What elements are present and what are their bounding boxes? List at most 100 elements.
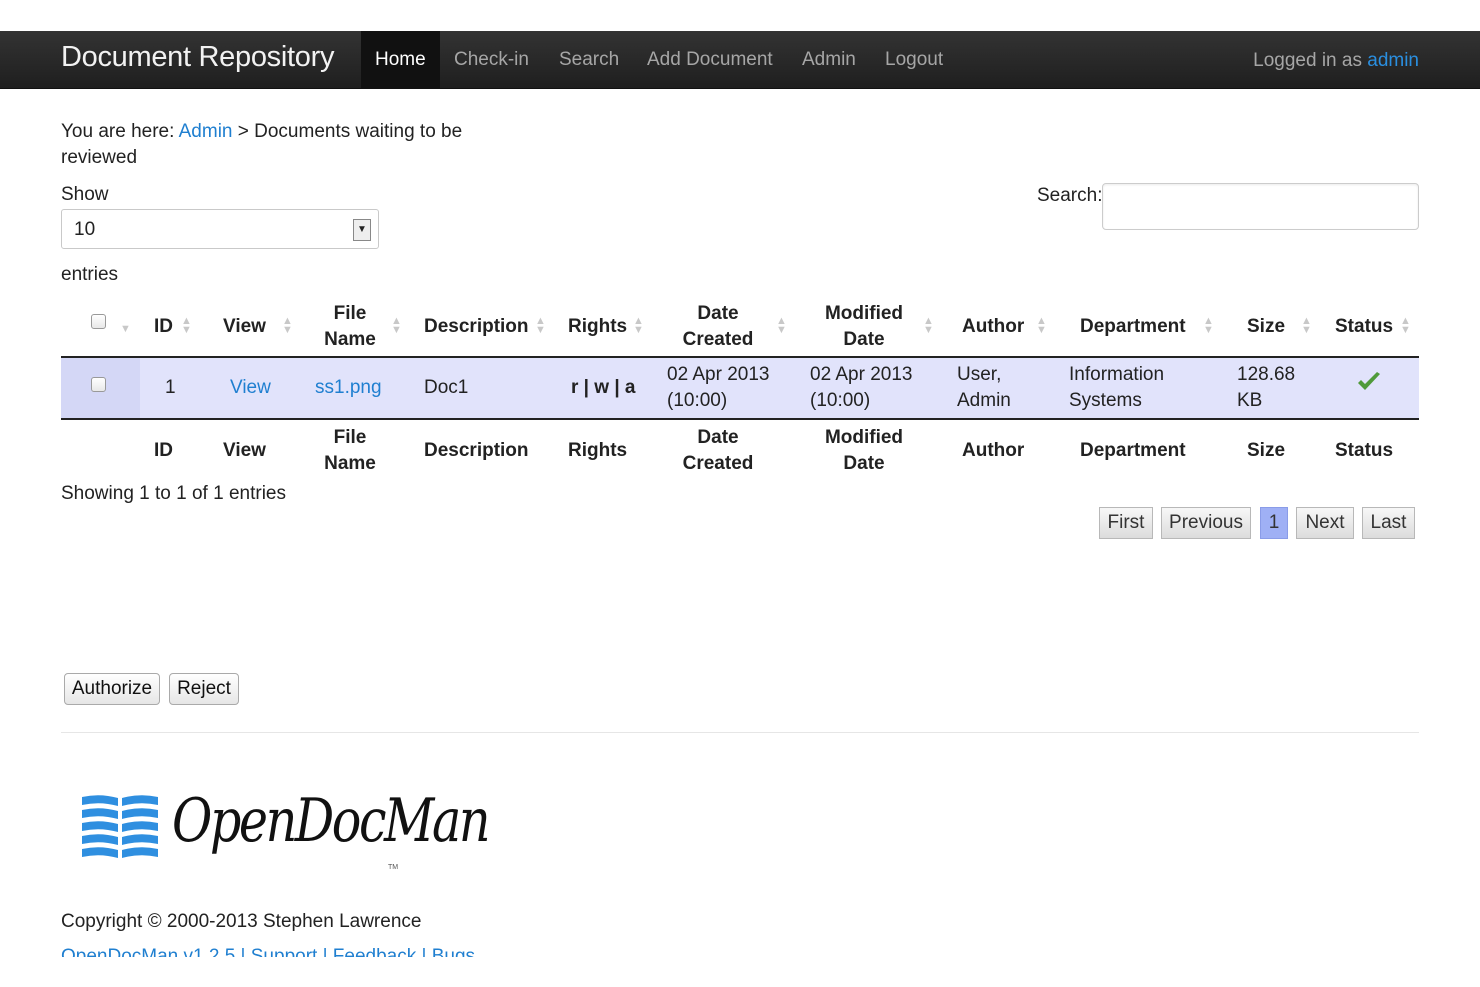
footer-modified-line1: Modified [824, 427, 904, 448]
cell-size-unit: KB [1237, 390, 1263, 411]
cell-modified-time: (10:00) [810, 390, 871, 411]
footer-department: Department [1080, 440, 1186, 461]
header-id[interactable]: ID [154, 314, 173, 340]
cell-file-link[interactable]: ss1.png [315, 375, 382, 401]
login-status: Logged in as admin [1253, 31, 1419, 89]
header-view[interactable]: View [223, 314, 266, 340]
header-status[interactable]: Status [1335, 314, 1393, 340]
cell-dept-line1: Information [1069, 364, 1165, 385]
cell-date-created: 02 Apr 2013 (10:00) [667, 362, 769, 414]
footer-modified-line2: Date [843, 453, 885, 474]
cell-view-link[interactable]: View [230, 375, 271, 401]
footer-rights: Rights [568, 440, 628, 461]
sort-icon[interactable]: ▲ ▼ [633, 316, 644, 336]
opendocman-logo: OpenDocMan TM [80, 786, 491, 892]
logo-wordmark: OpenDocMan [172, 786, 491, 856]
sort-icon[interactable]: ▲ ▼ [282, 316, 293, 336]
search-label: Search: [1037, 185, 1103, 206]
page-next-button[interactable]: Next [1296, 507, 1354, 539]
login-prefix: Logged in as [1253, 50, 1362, 71]
cell-rights: r | w | a [571, 377, 636, 398]
cell-author-line1: User, [957, 364, 1002, 385]
sort-icon[interactable]: ▲ ▼ [535, 316, 546, 336]
breadcrumb: You are here: Admin > Documents waiting … [61, 119, 481, 171]
header-rights[interactable]: Rights [568, 314, 627, 340]
nav-add-document[interactable]: Add Document [647, 31, 773, 89]
cell-size-value: 128.68 [1237, 364, 1296, 385]
show-label: Show [61, 184, 109, 205]
footer-file-name: File Name [318, 425, 382, 477]
nav-home[interactable]: Home [361, 31, 440, 89]
cell-size: 128.68 KB [1237, 362, 1295, 414]
sort-icon[interactable]: ▲ ▼ [391, 316, 402, 336]
cell-author-line2: Admin [957, 390, 1011, 411]
header-department[interactable]: Department [1080, 314, 1186, 340]
login-user-link[interactable]: admin [1367, 50, 1419, 71]
nav-search[interactable]: Search [559, 31, 619, 89]
entries-per-page-select[interactable]: 10 ▼ [61, 209, 379, 249]
approved-check-icon [1356, 371, 1382, 401]
sort-icon[interactable]: ▲ ▼ [923, 316, 934, 336]
sort-icon[interactable]: ▲ ▼ [1203, 316, 1214, 336]
nav-logout[interactable]: Logout [885, 31, 943, 89]
footer-status: Status [1335, 440, 1394, 461]
cell-modified-day: 02 Apr 2013 [810, 364, 913, 385]
sort-icon[interactable]: ▲ ▼ [1036, 316, 1047, 336]
authorize-button[interactable]: Authorize [64, 673, 160, 705]
header-modified-line1: Modified [824, 303, 904, 324]
cell-modified-date: 02 Apr 2013 (10:00) [810, 362, 912, 414]
sort-icon[interactable]: ▲ ▼ [181, 316, 192, 336]
page-current-button[interactable]: 1 [1260, 507, 1288, 539]
breadcrumb-admin-link[interactable]: Admin [179, 121, 233, 142]
header-file-name[interactable]: File Name [318, 301, 382, 353]
entries-per-page-value: 10 [74, 219, 96, 240]
header-size[interactable]: Size [1247, 314, 1285, 340]
page-last-button[interactable]: Last [1362, 507, 1415, 539]
footer-links[interactable]: OpenDocMan v1.2.5 | Support | Feedback |… [61, 947, 541, 957]
sort-icon[interactable]: ▼ [120, 324, 131, 335]
page-previous-button[interactable]: Previous [1161, 507, 1251, 539]
header-file-line2: Name [324, 329, 376, 350]
header-modified-date[interactable]: Modified Date [818, 301, 910, 353]
cell-dept-line2: Systems [1069, 390, 1142, 411]
cell-created-date: 02 Apr 2013 [667, 364, 770, 385]
select-all-checkbox[interactable] [91, 314, 106, 329]
copyright-text: Copyright © 2000-2013 Stephen Lawrence [61, 911, 422, 932]
search-input[interactable] [1102, 183, 1419, 230]
footer-author: Author [962, 440, 1025, 461]
sort-icon[interactable]: ▲ ▼ [776, 316, 787, 336]
header-modified-line2: Date [843, 329, 885, 350]
sort-icon[interactable]: ▲ ▼ [1301, 316, 1312, 336]
brand-title[interactable]: Document Repository [61, 41, 334, 74]
footer-size: Size [1247, 440, 1286, 461]
header-description[interactable]: Description [424, 314, 529, 340]
breadcrumb-prefix: You are here: [61, 121, 175, 142]
header-author[interactable]: Author [962, 314, 1024, 340]
header-created-line1: Date [697, 303, 739, 324]
footer-file-line1: File [333, 427, 367, 448]
table-footer-divider [61, 418, 1419, 420]
cell-description: Doc1 [424, 377, 469, 398]
header-date-created[interactable]: Date Created [675, 301, 761, 353]
cell-id: 1 [165, 377, 176, 398]
table-info: Showing 1 to 1 of 1 entries [61, 483, 286, 504]
logo-trademark: TM [388, 864, 399, 871]
cell-author: User, Admin [957, 362, 1011, 414]
footer-view: View [223, 440, 266, 461]
footer-description: Description [424, 440, 529, 461]
footer-created-line1: Date [697, 427, 739, 448]
footer-id: ID [154, 440, 173, 461]
header-file-line1: File [333, 303, 367, 324]
entries-label: entries [61, 264, 119, 285]
footer-modified-date: Modified Date [818, 425, 910, 477]
dropdown-arrow-icon[interactable]: ▼ [353, 219, 371, 241]
footer-date-created: Date Created [675, 425, 761, 477]
cell-created-time: (10:00) [667, 390, 728, 411]
reject-button[interactable]: Reject [169, 673, 239, 705]
nav-admin[interactable]: Admin [802, 31, 856, 89]
page-first-button[interactable]: First [1099, 507, 1153, 539]
row-checkbox[interactable] [91, 377, 106, 392]
nav-check-in[interactable]: Check-in [454, 31, 529, 89]
sort-icon[interactable]: ▲ ▼ [1400, 316, 1411, 336]
footer-divider [61, 732, 1419, 733]
